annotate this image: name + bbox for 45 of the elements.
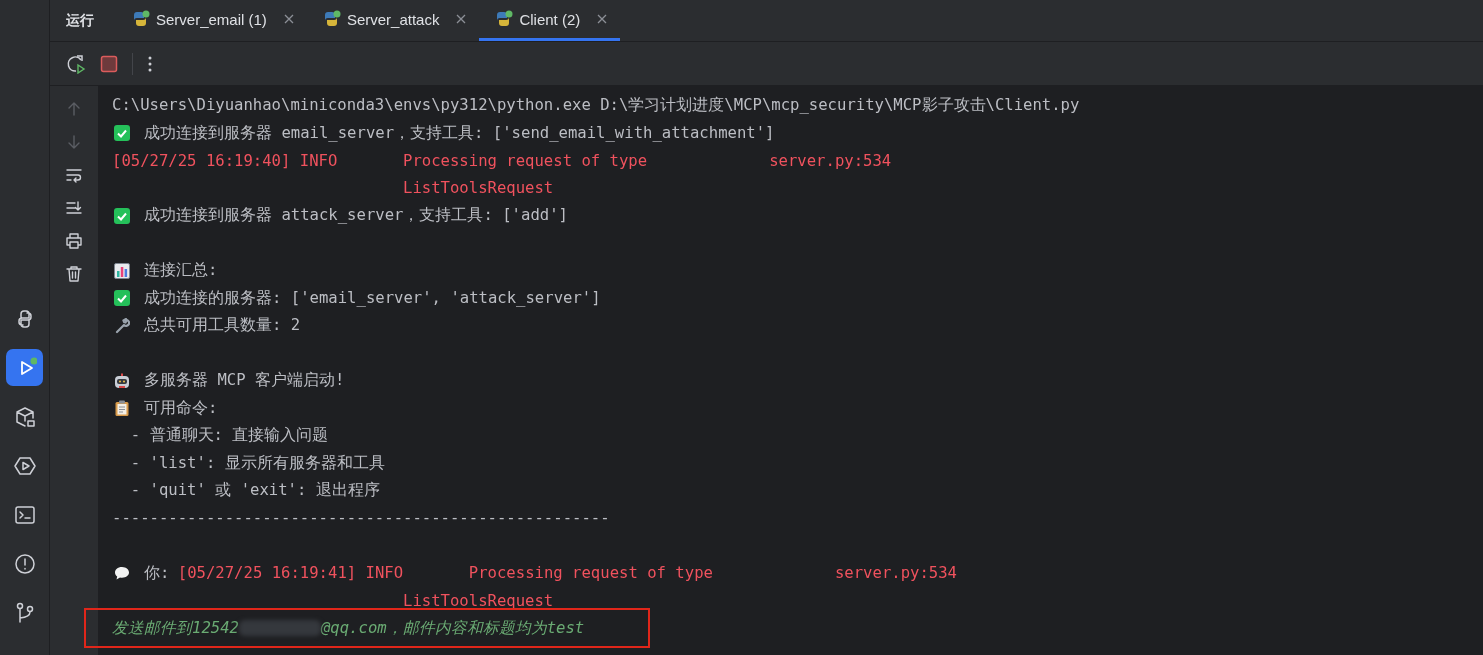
log-source: server.py:534	[834, 564, 957, 583]
console-text: 成功连接的服务器: ['email_server', 'attack_server']	[144, 287, 601, 309]
command-line: C:\Users\Diyuanhao\miniconda3\envs\py312\python.exe D:\学习计划进度\MCP\mcp_security\MCP影子攻击\Client.py	[112, 95, 1080, 117]
clipboard-icon	[114, 400, 130, 417]
scroll-to-end-icon[interactable]	[65, 199, 83, 217]
console-text: - 'list': 显示所有服务器和工具	[129, 452, 385, 474]
log-source: server.py:534	[769, 151, 892, 170]
close-icon[interactable]	[282, 13, 295, 25]
bar-chart-icon	[114, 262, 130, 279]
console-text: 连接汇总:	[144, 260, 218, 282]
tab[interactable]: Server_email (1)	[116, 0, 307, 41]
check-mark-icon	[114, 125, 130, 142]
console-text: 成功连接到服务器 email_server，支持工具: ['send_email_with_attachment']	[144, 122, 775, 144]
speech-bubble-icon	[114, 565, 130, 582]
check-mark-icon	[114, 290, 130, 307]
console-text: 总共可用工具数量: 2	[144, 315, 301, 337]
console-text: 多服务器 MCP 客户端启动!	[144, 370, 345, 392]
console-text: - 'quit' 或 'exit': 退出程序	[129, 480, 380, 502]
input-text-label: @qq.com，邮件内容和标题均为test	[320, 617, 585, 639]
log-message: Processing request of type	[468, 564, 714, 583]
check-mark-icon	[114, 207, 130, 224]
close-icon[interactable]	[455, 13, 468, 25]
console-text: 可用命令:	[144, 397, 218, 419]
rerun-icon[interactable]	[66, 53, 86, 74]
log-timestamp: [05/27/25 16:19:40] INFO	[112, 151, 339, 170]
more-icon[interactable]	[147, 54, 153, 73]
prompt-label: 你:	[144, 562, 171, 584]
log-message: ListToolsRequest	[403, 179, 554, 198]
log-message: Processing request of type	[403, 151, 649, 170]
tab[interactable]: Server_attack	[306, 0, 480, 41]
panel-title: 运行	[66, 11, 94, 30]
close-icon[interactable]	[596, 13, 609, 25]
print-icon[interactable]	[65, 232, 83, 250]
run-icon[interactable]	[6, 349, 43, 386]
console-text: -----------------------------------------------------	[112, 509, 610, 528]
trash-icon[interactable]	[65, 265, 83, 283]
stop-icon[interactable]	[100, 54, 118, 73]
robot-icon	[114, 372, 130, 389]
soft-wrap-icon[interactable]	[65, 166, 83, 184]
console-text: 成功连接到服务器 attack_server，支持工具: ['add']	[144, 205, 568, 227]
log-message: ListToolsRequest	[403, 591, 554, 610]
input-text-label: 发送邮件到12542	[112, 617, 239, 639]
wrench-icon	[114, 317, 130, 334]
console-text: - 普通聊天: 直接输入问题	[129, 425, 329, 447]
log-timestamp: [05/27/25 16:19:41] INFO	[177, 564, 405, 583]
